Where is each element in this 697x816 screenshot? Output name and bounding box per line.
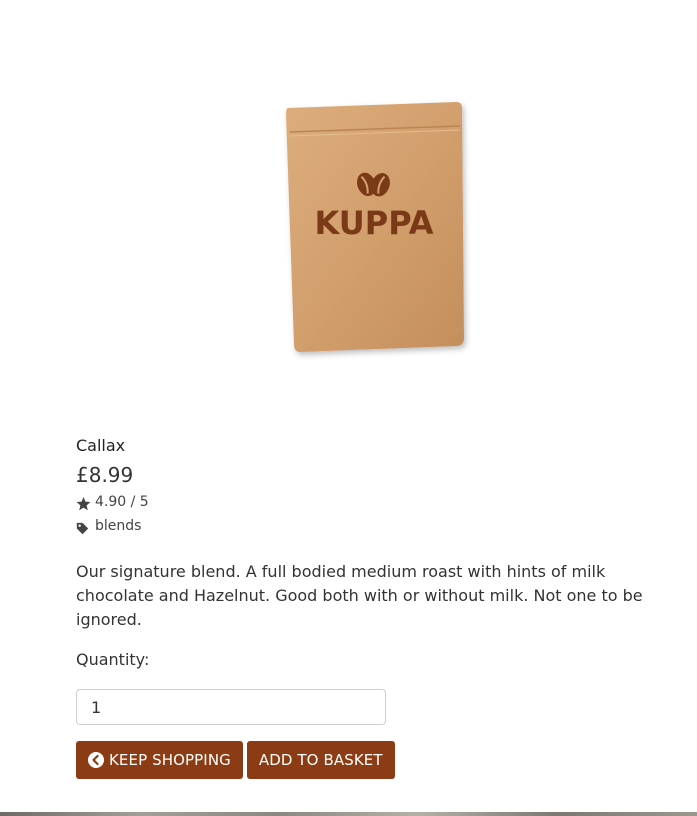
tag-link[interactable]: blends bbox=[95, 514, 141, 538]
action-buttons: KEEP SHOPPING ADD TO BASKET bbox=[76, 741, 646, 779]
quantity-input[interactable] bbox=[76, 689, 386, 725]
bag-brand-text: KUPPA bbox=[315, 204, 434, 242]
product-details: Callax £8.99 4.90 / 5 blends Our signatu… bbox=[76, 434, 646, 779]
rating-row: 4.90 / 5 bbox=[76, 490, 646, 514]
tag-icon bbox=[76, 519, 90, 535]
rating-value: 4.90 / 5 bbox=[95, 494, 149, 510]
add-to-basket-button[interactable]: ADD TO BASKET bbox=[246, 741, 395, 779]
footer-image-edge bbox=[0, 812, 697, 816]
product-description: Our signature blend. A full bodied mediu… bbox=[76, 562, 643, 629]
add-to-basket-label: ADD TO BASKET bbox=[258, 751, 383, 769]
tag-row: blends bbox=[76, 514, 646, 538]
keep-shopping-button[interactable]: KEEP SHOPPING bbox=[76, 741, 243, 779]
keep-shopping-label: KEEP SHOPPING bbox=[109, 751, 231, 769]
product-image: KUPPA bbox=[280, 98, 476, 364]
quantity-label: Quantity: bbox=[76, 650, 150, 669]
arrow-circle-left-icon bbox=[88, 752, 104, 768]
star-icon bbox=[76, 495, 91, 511]
product-name: Callax bbox=[76, 436, 126, 455]
product-page: KUPPA Callax £8.99 4.90 / 5 blends Our s… bbox=[0, 0, 697, 816]
product-price: £8.99 bbox=[76, 463, 134, 487]
